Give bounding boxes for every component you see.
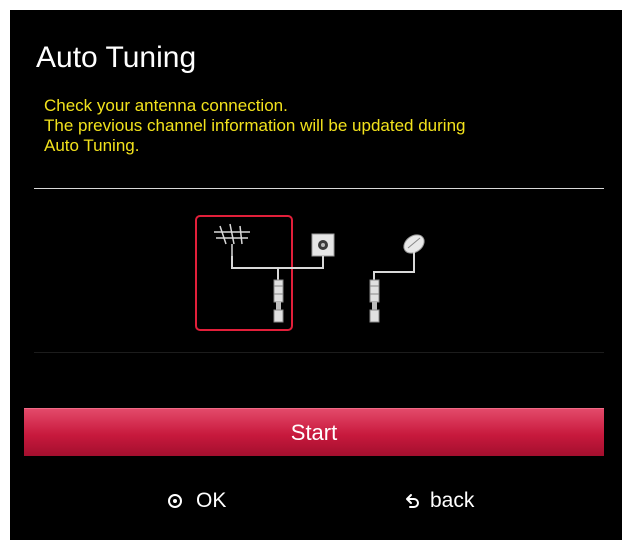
satellite-cable xyxy=(373,266,415,280)
message-line-2: The previous channel information will be… xyxy=(44,116,466,135)
wall-socket-icon xyxy=(311,233,335,257)
message-line-3: Auto Tuning. xyxy=(44,136,140,155)
dialog-title: Auto Tuning xyxy=(36,41,197,74)
antenna-icon xyxy=(214,223,250,256)
antenna-connector-icon xyxy=(273,279,284,323)
connection-diagram-graphic xyxy=(195,215,425,331)
satellite-connector-icon xyxy=(369,279,380,323)
back-label: back xyxy=(430,489,475,512)
start-button[interactable]: Start xyxy=(24,408,604,456)
connection-diagram xyxy=(190,210,440,340)
message-line-1: Check your antenna connection. xyxy=(44,96,288,115)
auto-tuning-dialog: Auto Tuning Check your antenna connectio… xyxy=(10,10,622,540)
back-hint[interactable]: back xyxy=(404,488,474,514)
ok-icon xyxy=(168,494,182,508)
ok-label: OK xyxy=(196,489,227,512)
section-divider xyxy=(34,352,604,353)
ok-hint[interactable]: OK xyxy=(168,488,226,514)
antenna-cable xyxy=(231,256,324,280)
dialog-message: Check your antenna connection. The previ… xyxy=(44,96,465,156)
divider xyxy=(34,188,604,189)
back-arrow-icon xyxy=(404,493,420,509)
satellite-dish-icon xyxy=(403,234,425,266)
